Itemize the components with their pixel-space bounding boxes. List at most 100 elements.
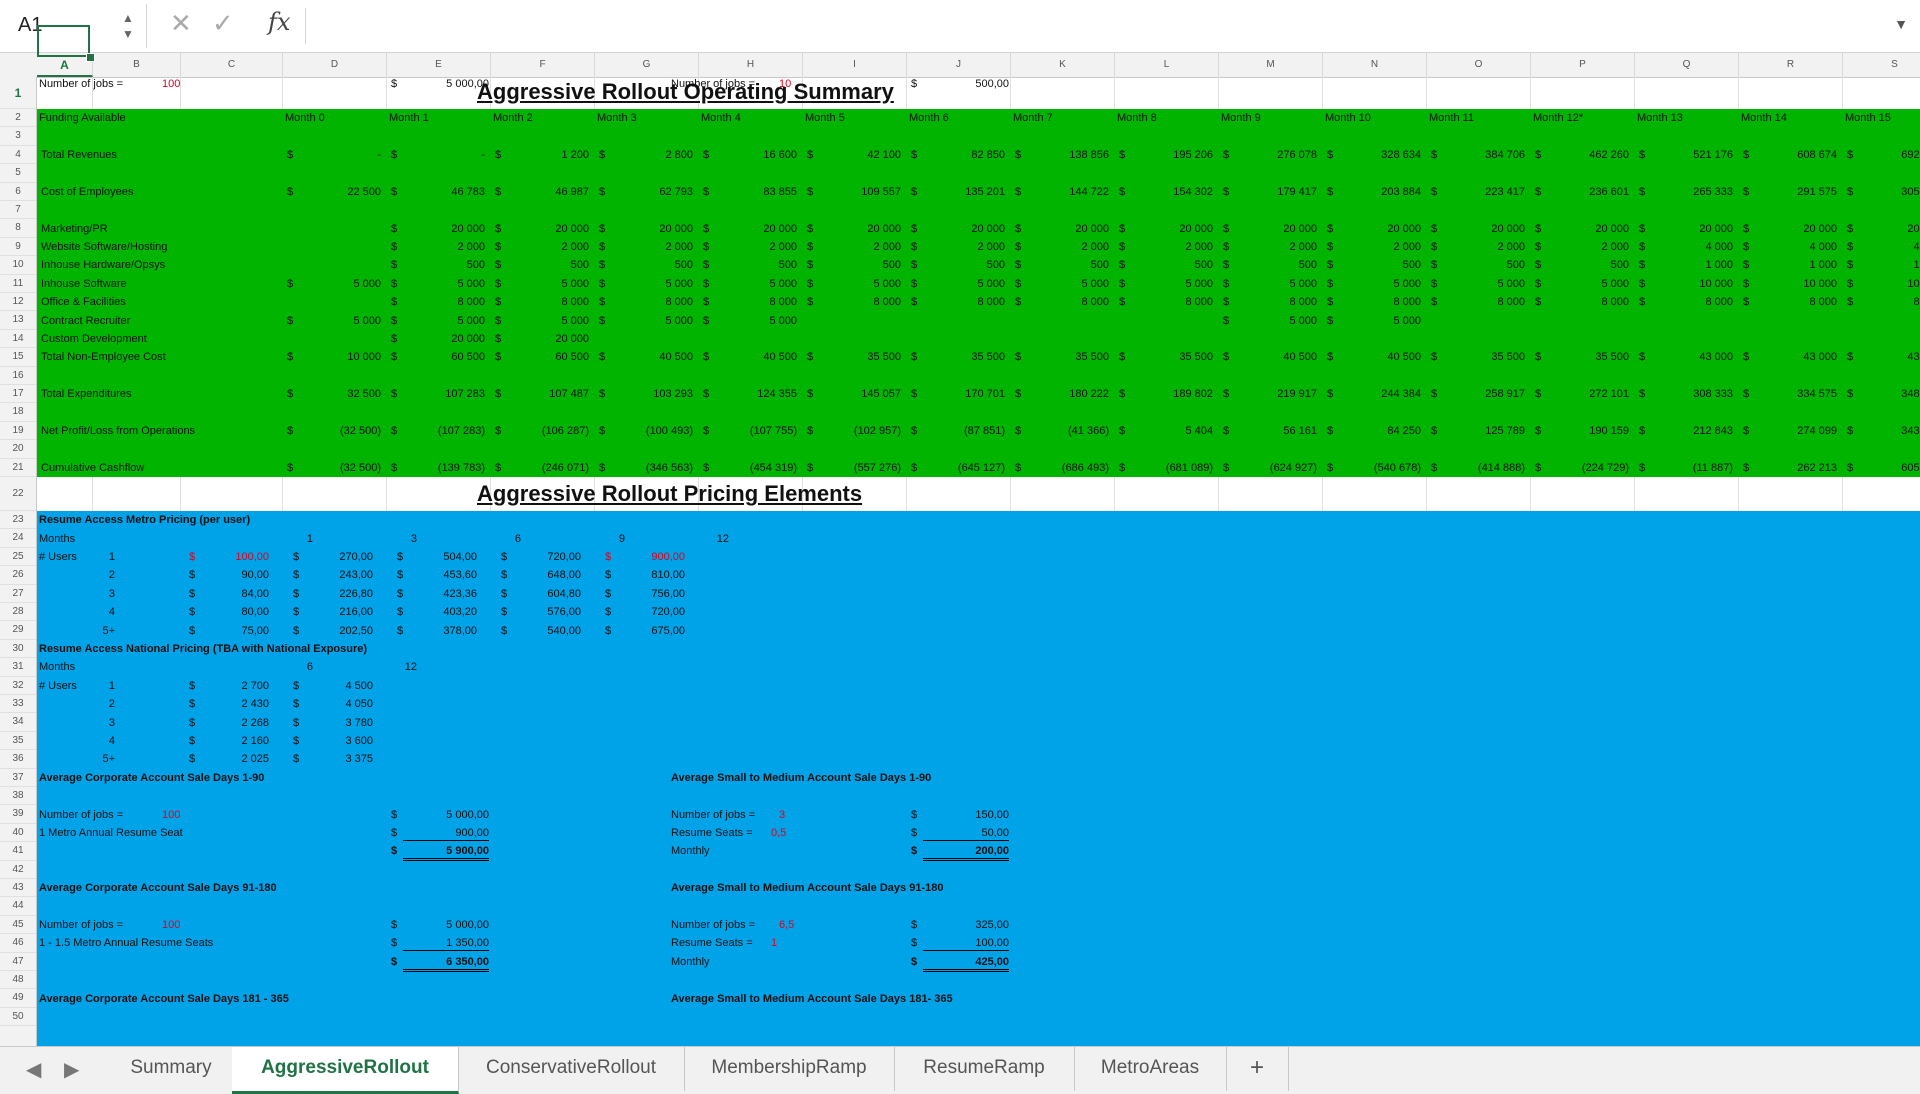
column-header-p[interactable]: P: [1531, 53, 1635, 77]
column-header-m[interactable]: M: [1219, 53, 1323, 77]
column-header-q[interactable]: Q: [1635, 53, 1739, 77]
value-cell: 5 000: [561, 314, 589, 327]
column-header-s[interactable]: S: [1843, 53, 1920, 77]
row-header-35[interactable]: 35: [0, 732, 36, 751]
formula-input[interactable]: [305, 8, 1886, 44]
row-header-8[interactable]: 8: [0, 219, 36, 238]
column-header-o[interactable]: O: [1427, 53, 1531, 77]
value-cell: 8 000: [457, 296, 485, 309]
row-header-20[interactable]: 20: [0, 440, 36, 459]
currency-symbol: $: [599, 314, 606, 327]
row-header-49[interactable]: 49: [0, 989, 36, 1008]
row-header-39[interactable]: 39: [0, 805, 36, 824]
row-header-38[interactable]: 38: [0, 787, 36, 806]
currency-symbol: $: [1431, 259, 1438, 272]
row-header-22[interactable]: 22: [0, 477, 36, 511]
row-header-12[interactable]: 12: [0, 293, 36, 312]
column-header-n[interactable]: N: [1323, 53, 1427, 77]
row-header-40[interactable]: 40: [0, 824, 36, 843]
sheet-tab-aggressiverollout[interactable]: AggressiveRollout: [232, 1047, 459, 1094]
row-header-25[interactable]: 25: [0, 548, 36, 567]
add-sheet-button[interactable]: +: [1226, 1047, 1289, 1091]
row-header-50[interactable]: 50: [0, 1008, 36, 1027]
row-header-46[interactable]: 46: [0, 934, 36, 953]
column-header-g[interactable]: G: [595, 53, 699, 77]
row-header-48[interactable]: 48: [0, 971, 36, 990]
row-header-34[interactable]: 34: [0, 713, 36, 732]
sheet-tab-membershipramp[interactable]: MembershipRamp: [684, 1047, 895, 1091]
row-header-37[interactable]: 37: [0, 769, 36, 787]
column-header-j[interactable]: J: [907, 53, 1011, 77]
row-header-16[interactable]: 16: [0, 367, 36, 385]
row-header-14[interactable]: 14: [0, 330, 36, 349]
row-header-11[interactable]: 11: [0, 275, 36, 293]
column-header-l[interactable]: L: [1115, 53, 1219, 77]
gridline: [906, 477, 907, 511]
fill-handle[interactable]: [86, 53, 95, 62]
spreadsheet-grid[interactable]: ABCDEFGHIJKLMNOPQRS 1 2 3 4 5 6 7 8 9 10 11 12 13 14 1…: [0, 53, 1920, 1046]
row-header-31[interactable]: 31: [0, 658, 36, 677]
row-header-45[interactable]: 45: [0, 916, 36, 935]
metro-price: 648,00: [547, 569, 581, 582]
next-sheet-icon[interactable]: ▶: [64, 1057, 79, 1082]
column-header-k[interactable]: K: [1011, 53, 1115, 77]
smb-total: 425,00: [923, 955, 1009, 972]
row-header-9[interactable]: 9: [0, 238, 36, 257]
sheet-tab-metroareas[interactable]: MetroAreas: [1074, 1047, 1227, 1091]
row-header-30[interactable]: 30: [0, 640, 36, 659]
row-header-27[interactable]: 27: [0, 585, 36, 603]
currency-symbol: $: [1015, 241, 1022, 253]
sheet-tab-conservativerollout[interactable]: ConservativeRollout: [458, 1047, 685, 1091]
row-header-33[interactable]: 33: [0, 695, 36, 714]
row-header-1[interactable]: 1: [0, 77, 36, 109]
row-header-36[interactable]: 36: [0, 750, 36, 769]
row-header-29[interactable]: 29: [0, 621, 36, 640]
row-header-18[interactable]: 18: [0, 403, 36, 422]
currency-symbol: $: [1223, 185, 1230, 198]
cell-area[interactable]: Aggressive Rollout Operating Summary Fund…: [37, 77, 1920, 1046]
insert-function-icon[interactable]: fx: [268, 8, 290, 36]
row-header-10[interactable]: 10: [0, 256, 36, 275]
row-header-5[interactable]: 5: [0, 164, 36, 183]
sheet-tab-resumeramp[interactable]: ResumeRamp: [894, 1047, 1075, 1091]
column-header-i[interactable]: I: [803, 53, 907, 77]
sheet-tab-summary[interactable]: Summary: [110, 1047, 233, 1091]
prev-sheet-icon[interactable]: ◀: [26, 1057, 41, 1082]
column-header-b[interactable]: B: [93, 53, 181, 77]
row-header-2[interactable]: 2: [0, 109, 36, 128]
expand-formula-bar-icon[interactable]: ▼: [1894, 16, 1908, 32]
column-header-d[interactable]: D: [283, 53, 387, 77]
row-header-28[interactable]: 28: [0, 603, 36, 622]
row-header-41[interactable]: 41: [0, 842, 36, 861]
user-count: 4: [108, 606, 115, 619]
row-header-32[interactable]: 32: [0, 677, 36, 695]
smb-jobs-amount: 150,00: [975, 808, 1009, 821]
row-header-4[interactable]: 4: [0, 146, 36, 165]
row-header-15[interactable]: 15: [0, 348, 36, 367]
row-header-43[interactable]: 43: [0, 879, 36, 898]
row-header-21[interactable]: 21: [0, 459, 36, 477]
enter-icon[interactable]: ✓: [212, 8, 234, 39]
cancel-icon[interactable]: ✕: [170, 8, 192, 39]
row-header-7[interactable]: 7: [0, 201, 36, 220]
column-header-c[interactable]: C: [181, 53, 283, 77]
row-header-6[interactable]: 6: [0, 183, 36, 201]
row-header-23[interactable]: 23: [0, 511, 36, 530]
row-header-26[interactable]: 26: [0, 566, 36, 585]
selected-cell[interactable]: [37, 25, 90, 57]
row-header-17[interactable]: 17: [0, 385, 36, 404]
row-header-24[interactable]: 24: [0, 529, 36, 548]
currency-symbol: $: [391, 808, 398, 821]
column-header-r[interactable]: R: [1739, 53, 1843, 77]
row-header-42[interactable]: 42: [0, 861, 36, 879]
value-cell: 2 000: [769, 241, 797, 253]
column-header-e[interactable]: E: [387, 53, 491, 77]
row-header-13[interactable]: 13: [0, 311, 36, 330]
column-header-f[interactable]: F: [491, 53, 595, 77]
row-header-47[interactable]: 47: [0, 953, 36, 971]
row-header-3[interactable]: 3: [0, 127, 36, 146]
row-header-19[interactable]: 19: [0, 422, 36, 441]
name-box-stepper-icon[interactable]: ▲ ▼: [122, 10, 134, 42]
row-header-44[interactable]: 44: [0, 897, 36, 916]
column-header-h[interactable]: H: [699, 53, 803, 77]
